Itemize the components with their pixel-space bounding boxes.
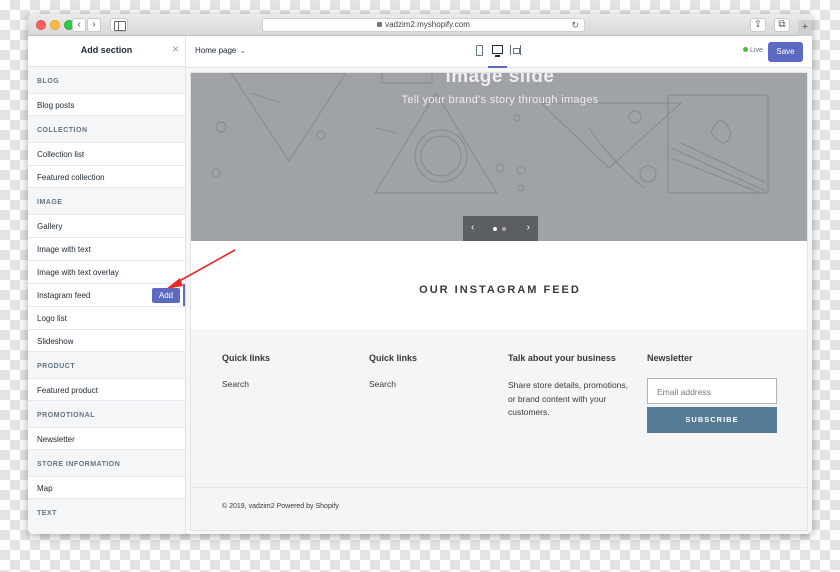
section-item[interactable]: Slideshow <box>28 329 185 352</box>
section-item[interactable]: Blog posts <box>28 93 185 116</box>
section-group-label: IMAGE <box>37 199 63 206</box>
footer-divider <box>191 487 807 488</box>
section-group-label: BLOG <box>37 78 60 85</box>
store-footer: Quick links Search Quick links Search Ta… <box>191 329 807 530</box>
minimize-window-button[interactable] <box>50 20 60 30</box>
section-group-label: TEXT <box>37 510 57 517</box>
footer-about-text: Share store details, promotions, or bran… <box>508 380 629 417</box>
slide-dot-active[interactable] <box>493 227 497 231</box>
section-group: COLLECTION Collection list Featured collec… <box>28 116 185 188</box>
footer-column-title: Quick links <box>369 353 418 363</box>
address-bar[interactable]: vadzim2.myshopify.com ↻ <box>262 18 585 32</box>
footer-column-newsletter: Newsletter Email address SUBSCRIBE <box>647 353 777 433</box>
section-item[interactable]: Gallery <box>28 214 185 237</box>
forward-button[interactable]: › <box>87 18 101 32</box>
preview-area: Image slide Tell your brand's story thro… <box>186 68 812 534</box>
url-text: vadzim2.myshopify.com <box>385 20 470 29</box>
newsletter-email-input[interactable]: Email address <box>647 378 777 404</box>
back-button[interactable]: ‹ <box>72 18 86 32</box>
slideshow-section[interactable]: Image slide Tell your brand's story thro… <box>191 73 807 241</box>
slide-controls: ‹ › <box>463 216 538 241</box>
new-tab-button[interactable]: + <box>798 20 812 36</box>
reload-icon[interactable]: ↻ <box>571 19 579 31</box>
browser-toolbar: ‹ › vadzim2.myshopify.com ↻ ⇪ ⧉ + <box>28 14 812 36</box>
section-item-label: Featured product <box>37 386 98 395</box>
add-section-sidebar: Add section × BLOG Blog posts COLLECTION Co… <box>28 36 186 534</box>
add-section-button[interactable]: Add <box>152 288 180 303</box>
browser-window: ‹ › vadzim2.myshopify.com ↻ ⇪ ⧉ + Add se… <box>28 14 812 534</box>
section-item[interactable]: Image with text overlay <box>28 260 185 283</box>
desktop-view-icon[interactable] <box>492 45 503 57</box>
section-item[interactable]: Map <box>28 476 185 499</box>
sidebar-header: Add section × <box>28 36 185 67</box>
section-item[interactable]: Instagram feed Add <box>28 283 185 306</box>
close-window-button[interactable] <box>36 20 46 30</box>
section-item-label: Logo list <box>37 314 67 323</box>
close-icon[interactable]: × <box>172 43 179 55</box>
section-item-label: Image with text overlay <box>37 268 119 277</box>
slide-dot[interactable] <box>502 227 506 231</box>
section-group-label: COLLECTION <box>37 127 88 134</box>
instagram-feed-section[interactable]: OUR INSTAGRAM FEED <box>191 241 807 329</box>
footer-column-title: Talk about your business <box>508 353 616 363</box>
chevron-down-icon: ⌄ <box>239 46 247 55</box>
sidebar-toggle-icon[interactable] <box>110 18 128 32</box>
footer-link-search[interactable]: Search <box>222 379 270 389</box>
section-item[interactable]: Logo list <box>28 306 185 329</box>
section-list: BLOG Blog posts COLLECTION Collection list F… <box>28 67 185 525</box>
section-item-label: Instagram feed <box>37 291 91 300</box>
editor-topbar: Home page ⌄ Live Save <box>186 36 812 68</box>
subscribe-button[interactable]: SUBSCRIBE <box>647 407 777 433</box>
lock-icon <box>377 22 383 27</box>
store-preview: Image slide Tell your brand's story thro… <box>190 72 808 531</box>
share-icon[interactable]: ⇪ <box>750 18 766 32</box>
section-item-label: Slideshow <box>37 337 74 346</box>
section-item-label: Gallery <box>37 222 63 231</box>
save-button[interactable]: Save <box>768 42 803 62</box>
slide-title: Image slide <box>445 73 555 87</box>
live-dot-icon <box>743 47 748 52</box>
section-item-label: Map <box>37 484 53 493</box>
section-group: STORE INFORMATION Map <box>28 450 185 499</box>
section-group: PRODUCT Featured product <box>28 352 185 401</box>
footer-column-title: Quick links <box>222 353 271 363</box>
tabs-icon[interactable]: ⧉ <box>774 18 790 32</box>
section-item-label: Featured collection <box>37 173 105 182</box>
live-status: Live <box>743 47 763 54</box>
section-item[interactable]: Newsletter <box>28 427 185 450</box>
section-group: PROMOTIONAL Newsletter <box>28 401 185 450</box>
section-item-label: Newsletter <box>37 435 75 444</box>
slide-prev-icon[interactable]: ‹ <box>471 222 474 233</box>
mobile-view-icon[interactable] <box>476 45 483 56</box>
section-item[interactable]: Featured product <box>28 378 185 401</box>
section-item[interactable]: Image with text <box>28 237 185 260</box>
section-item-label: Collection list <box>37 150 85 159</box>
slide-next-icon[interactable]: › <box>527 222 530 233</box>
instagram-feed-title: OUR INSTAGRAM FEED <box>419 284 581 296</box>
footer-column-quick-links-1: Quick links Search <box>222 353 270 389</box>
fullscreen-view-icon[interactable] <box>510 45 521 55</box>
page-selector-label: Home page <box>195 46 237 55</box>
live-label: Live <box>750 47 763 54</box>
hover-indicator <box>183 284 185 306</box>
section-group: TEXT <box>28 499 185 525</box>
footer-link-search[interactable]: Search <box>369 379 417 389</box>
sidebar-title: Add section <box>80 45 133 55</box>
section-item-label: Blog posts <box>37 101 75 110</box>
section-item-label: Image with text <box>37 245 91 254</box>
footer-column-about: Talk about your business Share store det… <box>508 353 633 420</box>
footer-column-title: Newsletter <box>647 353 693 363</box>
copyright-text: © 2019, vadzim2 Powered by Shopify <box>222 503 339 510</box>
section-group: BLOG Blog posts <box>28 67 185 116</box>
page-selector[interactable]: Home page ⌄ <box>195 46 246 55</box>
section-group-label: STORE INFORMATION <box>37 461 121 468</box>
section-item[interactable]: Featured collection <box>28 165 185 188</box>
section-group-label: PROMOTIONAL <box>37 412 95 419</box>
footer-column-quick-links-2: Quick links Search <box>369 353 417 389</box>
slide-subtitle: Tell your brand's story through images <box>401 94 599 106</box>
section-group: IMAGE Gallery Image with text Image with te… <box>28 188 185 352</box>
section-item[interactable]: Collection list <box>28 142 185 165</box>
section-group-label: PRODUCT <box>37 363 76 370</box>
